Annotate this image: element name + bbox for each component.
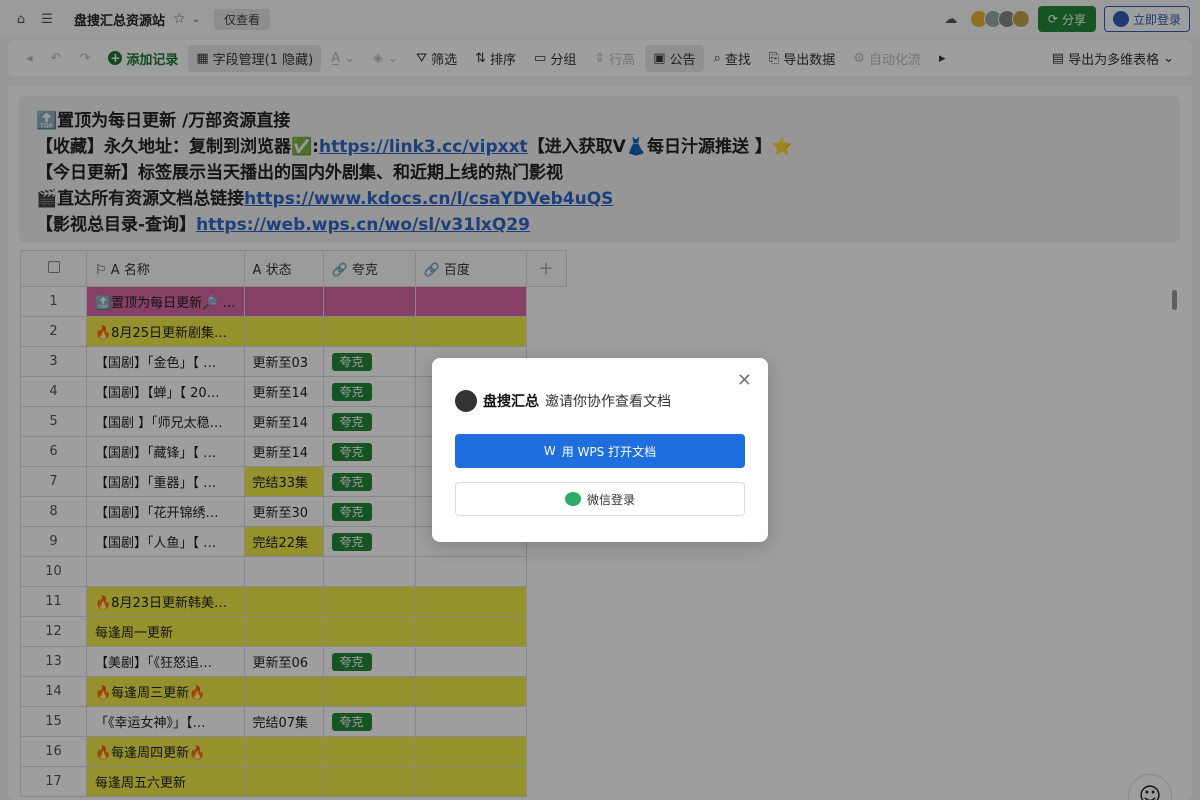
open-wps-button[interactable]: W 用 WPS 打开文档 [455,434,745,468]
wechat-icon [564,492,581,506]
avatar [455,390,477,412]
invite-modal: ✕ 盘搜汇总 邀请你协作查看文档 W 用 WPS 打开文档 微信登录 [432,358,768,542]
wechat-login-button[interactable]: 微信登录 [455,482,745,516]
close-icon[interactable]: ✕ [737,370,752,391]
wps-icon: W [543,444,556,458]
inviter-name: 盘搜汇总 [483,394,539,410]
invite-text: 邀请你协作查看文档 [545,394,671,410]
modal-header: 盘搜汇总 邀请你协作查看文档 [455,390,745,412]
